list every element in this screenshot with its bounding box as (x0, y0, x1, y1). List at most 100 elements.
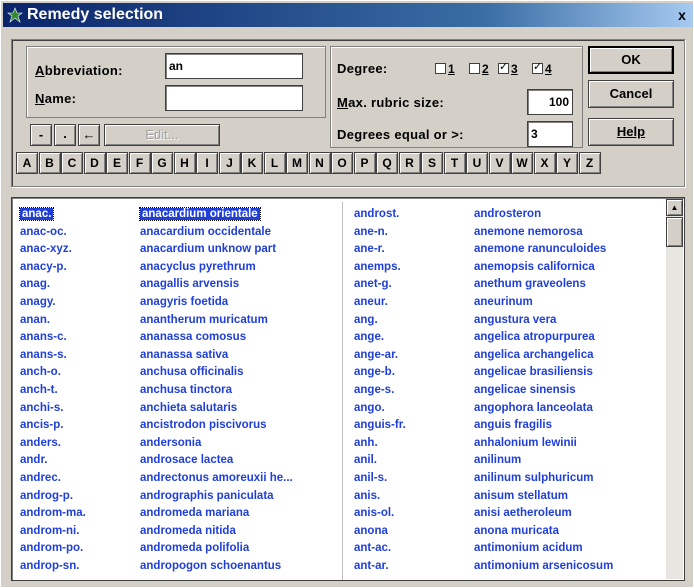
remedy-name-item[interactable]: andropogon schoenantus (140, 558, 293, 576)
help-button[interactable]: Help (588, 118, 674, 146)
remedy-name-item[interactable]: anilinum (474, 452, 613, 470)
remedy-name-item[interactable]: anilinum sulphuricum (474, 470, 613, 488)
remedy-abbrev-item[interactable]: androm-ma. (20, 505, 86, 523)
remedy-name-item[interactable]: aneurinum (474, 294, 613, 312)
remedy-abbrev-item[interactable]: anac-xyz. (20, 241, 86, 259)
scroll-up-arrow-icon[interactable]: ▲ (666, 199, 683, 216)
remedy-name-item[interactable]: androsace lactea (140, 452, 293, 470)
remedy-name-item[interactable]: anhalonium lewinii (474, 435, 613, 453)
letter-button-w[interactable]: W (511, 152, 533, 174)
letter-button-c[interactable]: C (61, 152, 83, 174)
degree-1-checkbox[interactable]: 1 (435, 61, 455, 76)
letter-button-k[interactable]: K (241, 152, 263, 174)
remedy-abbrev-item[interactable]: androp-sn. (20, 558, 86, 576)
letter-button-r[interactable]: R (398, 152, 421, 174)
remedy-abbrev-item[interactable]: anguis-fr. (354, 417, 406, 435)
remedy-name-item[interactable]: anisum stellatum (474, 488, 613, 506)
remedy-name-item[interactable]: ananassa comosus (140, 329, 293, 347)
letter-button-i[interactable]: I (196, 152, 218, 174)
letter-button-m[interactable]: M (286, 152, 308, 174)
remedy-name-item[interactable]: anguis fragilis (474, 417, 613, 435)
remedy-name-item[interactable]: anisi aetheroleum (474, 505, 613, 523)
remedy-name-item[interactable]: andromeda polifolia (140, 540, 293, 558)
remedy-name-item[interactable]: angustura vera (474, 312, 613, 330)
letter-button-b[interactable]: B (38, 152, 61, 174)
letter-button-l[interactable]: L (263, 152, 286, 174)
remedy-abbrev-item[interactable]: ane-n. (354, 224, 406, 242)
remedy-abbrev-item[interactable]: anet-g. (354, 276, 406, 294)
ok-button[interactable]: OK (588, 46, 674, 74)
remedy-name-item[interactable]: angelica atropurpurea (474, 329, 613, 347)
letter-button-p[interactable]: P (353, 152, 376, 174)
remedy-abbrev-item[interactable]: anag. (20, 276, 86, 294)
remedy-abbrev-item[interactable]: androm-po. (20, 540, 86, 558)
remedy-name-item[interactable]: anacyclus pyrethrum (140, 259, 293, 277)
remedy-name-item[interactable]: anchusa officinalis (140, 364, 293, 382)
remedy-abbrev-item[interactable]: androg-p. (20, 488, 86, 506)
remedy-abbrev-item[interactable]: ange. (354, 329, 406, 347)
remedy-abbrev-item[interactable]: ange-b. (354, 364, 406, 382)
remedy-abbrev-item[interactable]: anagy. (20, 294, 86, 312)
name-input[interactable] (165, 85, 303, 111)
max-rubric-input[interactable] (527, 89, 573, 115)
remedy-name-item[interactable]: anacardium unknow part (140, 241, 293, 259)
remedy-abbrev-item[interactable]: anh. (354, 435, 406, 453)
remedy-abbrev-item[interactable]: anac-oc. (20, 224, 86, 242)
remedy-abbrev-item[interactable]: ang. (354, 312, 406, 330)
remedy-abbrev-item[interactable]: ango. (354, 400, 406, 418)
remedy-name-item[interactable]: ancistrodon piscivorus (140, 417, 293, 435)
degrees-equal-input[interactable] (527, 121, 573, 147)
letter-button-a[interactable]: A (16, 152, 38, 174)
remedy-abbrev-item[interactable]: ancis-p. (20, 417, 86, 435)
letter-button-j[interactable]: J (218, 152, 241, 174)
letter-button-s[interactable]: S (421, 152, 443, 174)
remedy-name-item[interactable]: anagyris foetida (140, 294, 293, 312)
remedy-abbrev-item[interactable]: anans-c. (20, 329, 86, 347)
minus-button[interactable]: - (30, 124, 52, 146)
remedy-name-item[interactable]: andromeda nitida (140, 523, 293, 541)
remedy-name-item[interactable]: andersonia (140, 435, 293, 453)
remedy-name-item[interactable]: androsteron (474, 206, 613, 224)
remedy-name-item[interactable]: andromeda mariana (140, 505, 293, 523)
remedy-abbrev-item[interactable]: anders. (20, 435, 86, 453)
remedy-name-item[interactable]: anagallis arvensis (140, 276, 293, 294)
remedy-abbrev-item[interactable]: ane-r. (354, 241, 406, 259)
remedy-name-item[interactable]: angelica archangelica (474, 347, 613, 365)
dot-button[interactable]: . (54, 124, 76, 146)
remedy-name-item[interactable]: anemone nemorosa (474, 224, 613, 242)
remedy-name-item[interactable]: andrographis paniculata (140, 488, 293, 506)
letter-button-v[interactable]: V (488, 152, 511, 174)
letter-button-q[interactable]: Q (376, 152, 398, 174)
remedy-name-item[interactable]: anacardium orientale (139, 206, 293, 224)
letter-button-e[interactable]: E (106, 152, 128, 174)
remedy-abbrev-item[interactable]: anch-o. (20, 364, 86, 382)
remedy-abbrev-item[interactable]: ange-s. (354, 382, 406, 400)
remedy-abbrev-item[interactable]: anil-s. (354, 470, 406, 488)
degree-3-checkbox[interactable]: 3 (498, 60, 518, 76)
remedy-name-item[interactable]: andrectonus amoreuxii he... (140, 470, 293, 488)
remedy-abbrev-item[interactable]: anemps. (354, 259, 406, 277)
letter-button-f[interactable]: F (128, 152, 151, 174)
vertical-scrollbar[interactable]: ▲ (666, 199, 683, 579)
remedy-name-item[interactable]: anemone ranunculoides (474, 241, 613, 259)
remedy-name-item[interactable]: anchusa tinctora (140, 382, 293, 400)
abbreviation-input[interactable] (165, 53, 303, 79)
remedy-list[interactable]: anac. anac-oc. anac-xyz. anacy-p. anag. anagy… (11, 197, 685, 581)
remedy-abbrev-item[interactable]: anis-ol. (354, 505, 406, 523)
remedy-name-item[interactable]: anchieta salutaris (140, 400, 293, 418)
letter-button-u[interactable]: U (466, 152, 488, 174)
remedy-abbrev-item[interactable]: andr. (20, 452, 86, 470)
remedy-name-item[interactable]: antimonium arsenicosum (474, 558, 613, 576)
letter-button-d[interactable]: D (83, 152, 106, 174)
remedy-abbrev-item[interactable]: anis. (354, 488, 406, 506)
remedy-name-item[interactable]: angophora lanceolata (474, 400, 613, 418)
remedy-name-item[interactable]: angelicae sinensis (474, 382, 613, 400)
letter-button-t[interactable]: T (443, 152, 466, 174)
degree-2-checkbox[interactable]: 2 (469, 61, 489, 76)
remedy-name-item[interactable]: ananassa sativa (140, 347, 293, 365)
back-arrow-button[interactable]: ← (78, 124, 100, 146)
remedy-abbrev-item[interactable]: anans-s. (20, 347, 86, 365)
letter-button-x[interactable]: X (533, 152, 556, 174)
letter-button-h[interactable]: H (173, 152, 196, 174)
remedy-abbrev-item[interactable]: anacy-p. (20, 259, 86, 277)
